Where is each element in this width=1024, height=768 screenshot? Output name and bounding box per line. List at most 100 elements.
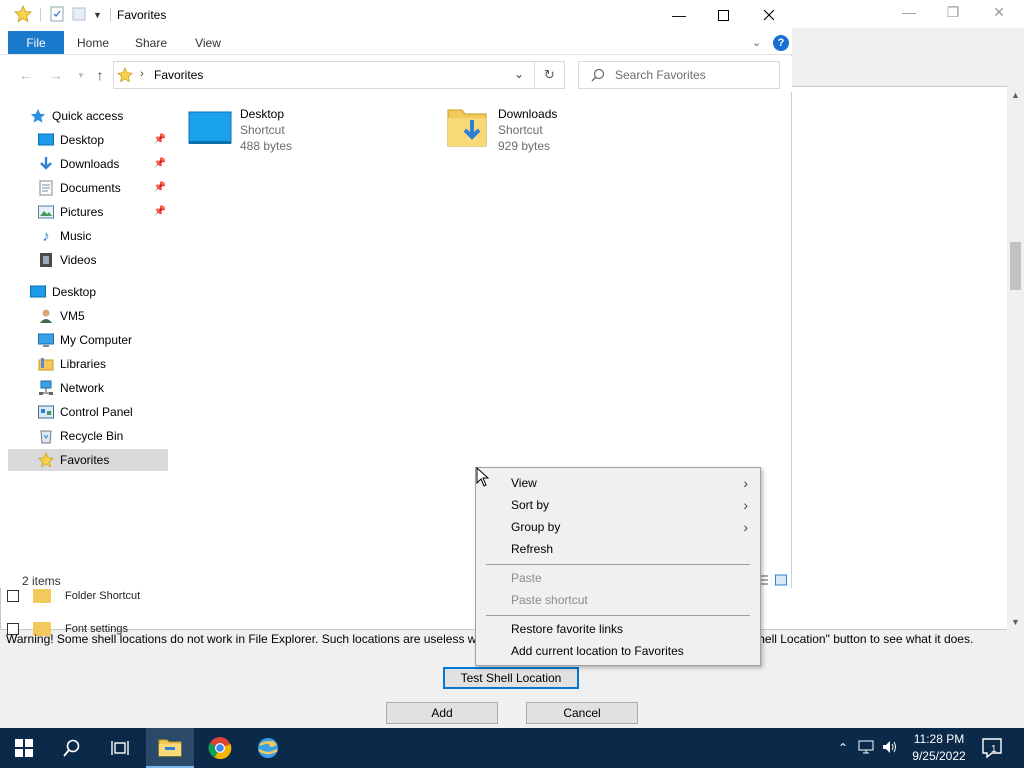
nav-item-network[interactable]: Network	[38, 377, 168, 399]
large-icons-view-icon[interactable]	[775, 574, 787, 589]
chevron-right-icon: ›	[743, 519, 748, 535]
list-item[interactable]: Folder Shortcut	[7, 588, 140, 604]
help-icon[interactable]: ?	[773, 35, 789, 51]
menu-item-restore-favorite-links[interactable]: Restore favorite links	[478, 618, 758, 640]
chevron-up-icon[interactable]: ⌃	[838, 741, 848, 755]
pin-icon[interactable]: 📌	[154, 134, 166, 145]
tab-view[interactable]: View	[186, 31, 230, 54]
dialog-minimize-button[interactable]: —	[886, 0, 932, 24]
cancel-button[interactable]: Cancel	[526, 702, 638, 724]
scrollbar-thumb[interactable]	[1010, 242, 1021, 290]
up-arrow-icon[interactable]: ↑	[90, 65, 110, 85]
nav-item-favorites[interactable]: Favorites	[8, 449, 168, 471]
breadcrumb[interactable]: Favorites	[154, 68, 203, 82]
properties-icon[interactable]	[49, 6, 65, 25]
pin-icon[interactable]: 📌	[154, 158, 166, 169]
scroll-up-icon[interactable]: ▲	[1007, 86, 1024, 103]
nav-item-desktop[interactable]: Desktop	[30, 281, 186, 303]
star-blue-icon	[30, 108, 46, 124]
qat-dropdown-icon[interactable]: ▼	[93, 10, 102, 20]
nav-item-recycle-bin[interactable]: Recycle Bin	[38, 425, 168, 447]
nav-item-downloads[interactable]: Downloads 📌	[38, 153, 168, 175]
menu-separator	[486, 615, 750, 616]
refresh-button[interactable]: ↻	[535, 61, 565, 89]
network-tray-icon[interactable]	[858, 740, 874, 757]
address-dropdown-icon[interactable]: ⌄	[514, 67, 524, 81]
explorer-title-bar: ▼ Favorites —	[0, 0, 792, 30]
clock[interactable]: 11:28 PM 9/25/2022	[900, 731, 978, 765]
back-arrow-icon[interactable]: ←	[16, 65, 36, 85]
volume-icon[interactable]	[882, 740, 898, 757]
view-toggle-group	[757, 574, 787, 589]
notification-center-icon[interactable]: 1	[980, 736, 1004, 760]
close-button[interactable]	[746, 0, 792, 30]
pictures-icon	[38, 204, 54, 220]
task-view-icon[interactable]	[96, 728, 144, 768]
status-bar-text: 2 items	[22, 574, 61, 588]
add-button[interactable]: Add	[386, 702, 498, 724]
list-scrollbar[interactable]: ▲ ▼	[1007, 86, 1024, 630]
minimize-button[interactable]: —	[656, 0, 702, 30]
test-shell-location-button[interactable]: Test Shell Location	[443, 667, 579, 689]
search-box[interactable]	[578, 61, 780, 89]
app-globe-icon[interactable]	[244, 728, 292, 768]
nav-item-my-computer[interactable]: My Computer	[38, 329, 168, 351]
clock-time: 11:28 PM	[913, 732, 965, 746]
nav-item-pictures[interactable]: Pictures 📌	[38, 201, 168, 223]
menu-item-label: Paste	[511, 571, 542, 585]
music-icon: ♪	[42, 227, 50, 245]
menu-item-paste[interactable]: Paste	[478, 567, 758, 589]
address-bar[interactable]: › Favorites ⌄	[113, 61, 535, 89]
tab-home[interactable]: Home	[70, 31, 116, 54]
file-explorer-taskbar-icon[interactable]	[146, 728, 194, 768]
new-folder-icon[interactable]	[71, 6, 87, 25]
forward-arrow-icon[interactable]: →	[46, 65, 66, 85]
nav-item-label: Downloads	[60, 157, 120, 171]
start-button[interactable]	[0, 728, 48, 768]
tab-file[interactable]: File	[8, 31, 64, 54]
dialog-restore-button[interactable]: ❐	[930, 0, 976, 24]
nav-item-videos[interactable]: Videos	[38, 249, 168, 271]
desktop-icon	[38, 132, 54, 148]
downloads-icon	[38, 156, 54, 172]
nav-item-vm5[interactable]: VM5	[38, 305, 168, 327]
expand-ribbon-icon[interactable]: ⌄	[752, 36, 761, 49]
tab-share[interactable]: Share	[128, 31, 174, 54]
pin-icon[interactable]: 📌	[154, 182, 166, 193]
menu-item-label: Add current location to Favorites	[511, 644, 684, 658]
clock-date: 9/25/2022	[912, 749, 966, 763]
search-icon[interactable]	[48, 728, 96, 768]
file-item-downloads[interactable]: Downloads Shortcut 929 bytes	[446, 106, 557, 154]
menu-item-paste-shortcut[interactable]: Paste shortcut	[478, 589, 758, 611]
qat-divider	[40, 8, 41, 22]
nav-item-libraries[interactable]: Libraries	[38, 353, 168, 375]
search-input[interactable]	[615, 67, 775, 83]
menu-item-add-to-favorites[interactable]: Add current location to Favorites	[478, 640, 758, 662]
list-item-checkbox[interactable]	[7, 590, 19, 602]
file-item-desktop[interactable]: Desktop Shortcut 488 bytes	[188, 106, 292, 154]
maximize-button[interactable]	[700, 0, 746, 30]
nav-item-desktop-pinned[interactable]: Desktop 📌	[38, 129, 168, 151]
nav-item-documents[interactable]: Documents 📌	[38, 177, 168, 199]
menu-item-view[interactable]: View ›	[478, 472, 758, 494]
documents-icon	[38, 180, 54, 196]
dialog-close-button[interactable]: ✕	[976, 0, 1022, 24]
pin-icon[interactable]: 📌	[154, 206, 166, 217]
nav-item-label: Music	[60, 229, 92, 243]
nav-item-control-panel[interactable]: Control Panel	[38, 401, 168, 423]
network-icon	[38, 380, 54, 396]
menu-item-sort-by[interactable]: Sort by ›	[478, 494, 758, 516]
menu-item-refresh[interactable]: Refresh	[478, 538, 758, 560]
scroll-down-icon[interactable]: ▼	[1007, 613, 1024, 630]
menu-item-label: Sort by	[511, 498, 550, 512]
breadcrumb-chevron-icon[interactable]: ›	[140, 68, 144, 80]
recent-locations-icon[interactable]: ▼	[71, 65, 91, 85]
folder-icon	[33, 589, 51, 603]
nav-item-quick-access[interactable]: Quick access	[30, 105, 186, 127]
menu-item-group-by[interactable]: Group by ›	[478, 516, 758, 538]
file-size: 488 bytes	[240, 139, 293, 153]
nav-item-label: Libraries	[60, 357, 107, 371]
chrome-icon[interactable]	[196, 728, 244, 768]
nav-item-music[interactable]: ♪ Music	[38, 225, 168, 247]
qat-divider	[109, 8, 111, 22]
